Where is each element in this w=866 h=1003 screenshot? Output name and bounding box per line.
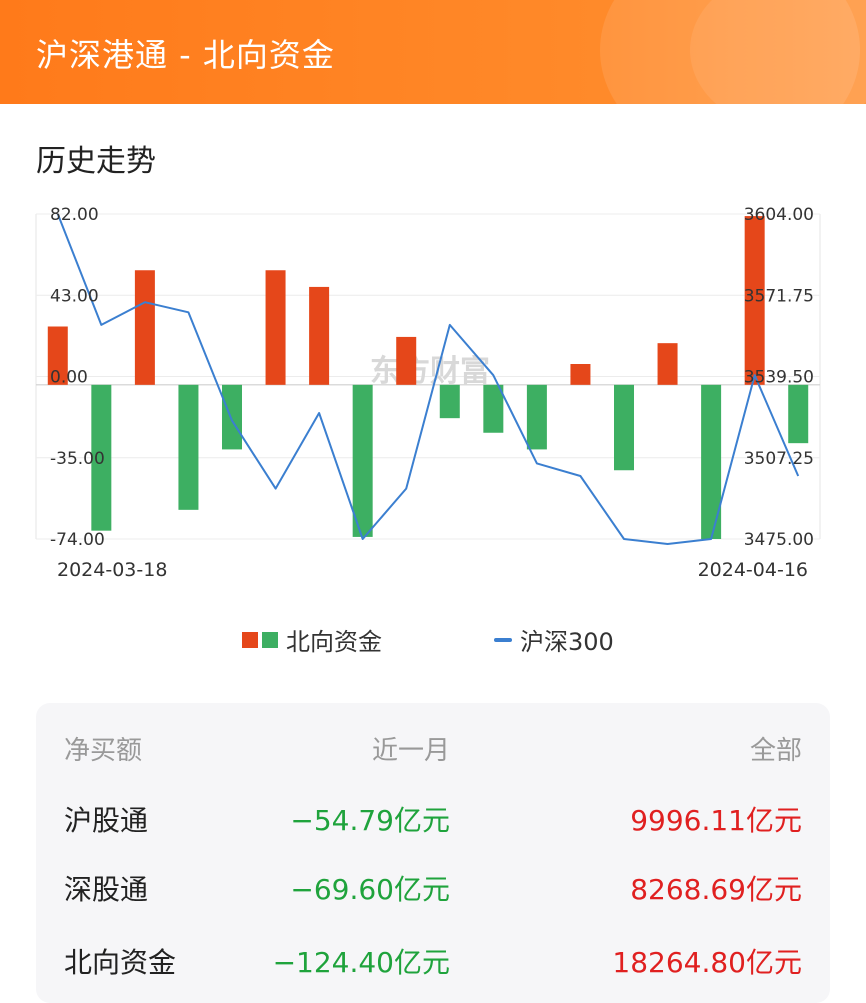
left-axis-tick: 82.00: [50, 205, 99, 225]
chart-legend: 北向资金 沪深300: [0, 622, 866, 658]
flow-bar: [309, 286, 330, 385]
flow-bar: [396, 336, 417, 385]
section-title: 历史走势: [36, 144, 156, 179]
header-decoration: [690, 0, 866, 104]
flow-bar: [526, 384, 547, 450]
right-axis-tick: 3571.75: [744, 286, 814, 306]
row-name: 沪股通: [64, 804, 149, 837]
flow-bar: [614, 384, 634, 471]
left-axis-tick: -35.00: [50, 449, 105, 469]
flow-bar: [134, 270, 155, 385]
header-month[interactable]: 近一月: [372, 727, 450, 775]
left-axis-tick: -74.00: [50, 530, 105, 550]
table-row: 沪股通 −54.79亿元 9996.11亿元: [36, 797, 830, 845]
row-month-value: −124.40亿元: [272, 946, 450, 979]
flow-bar: [352, 384, 373, 537]
right-axis-tick: 3539.50: [744, 368, 814, 388]
legend-red-swatch: [242, 631, 258, 648]
chart-svg: 东方财富 82.00 43.00 0.00 -35.00 -74.00 3604.00 357…: [35, 205, 821, 581]
table-header: 净买额 近一月 全部: [36, 727, 830, 775]
table-row: 北向资金 −124.40亿元 18264.80亿元: [36, 939, 830, 987]
watermark-text: 东方财富: [370, 354, 490, 389]
header-net-buy: 净买额: [64, 736, 143, 766]
flow-bar: [178, 384, 199, 510]
start-date-label: 2024-03-18: [57, 559, 167, 581]
legend-item-line[interactable]: 沪深300: [494, 622, 614, 657]
row-name: 深股通: [64, 873, 149, 906]
flow-bar: [222, 384, 242, 450]
row-total-value: 9996.11亿元: [630, 804, 802, 837]
page-title: 沪深港通 - 北向资金: [36, 36, 335, 74]
north-flow-chart[interactable]: 东方财富 82.00 43.00 0.00 -35.00 -74.00 3604.00 357…: [0, 195, 866, 595]
legend-label-bars: 北向资金: [286, 628, 382, 656]
flow-bar: [788, 384, 809, 444]
end-date-label: 2024-04-16: [698, 559, 808, 581]
legend-label-line: 沪深300: [520, 628, 614, 656]
flow-bar: [483, 384, 504, 433]
legend-line-swatch: [494, 637, 512, 642]
flow-bar: [657, 343, 678, 385]
right-axis-tick: 3507.25: [744, 449, 814, 469]
row-month-value: −69.60亿元: [290, 873, 450, 906]
row-name: 北向资金: [64, 946, 177, 979]
app-header: 沪深港通 - 北向资金: [0, 0, 866, 104]
flow-bar: [439, 384, 460, 419]
net-buy-table: 净买额 近一月 全部 沪股通 −54.79亿元 9996.11亿元 深股通 −6…: [36, 703, 830, 1003]
legend-green-swatch: [262, 631, 278, 648]
legend-item-bars[interactable]: 北向资金: [242, 622, 382, 657]
row-total-value: 18264.80亿元: [612, 946, 802, 979]
right-axis-tick: 3475.00: [744, 530, 814, 550]
right-axis-tick: 3604.00: [744, 205, 814, 225]
table-row: 深股通 −69.60亿元 8268.69亿元: [36, 866, 830, 914]
row-total-value: 8268.69亿元: [630, 873, 802, 906]
flow-bar: [570, 364, 591, 385]
row-month-value: −54.79亿元: [290, 804, 450, 837]
flow-bar: [265, 270, 286, 385]
left-axis-tick: 0.00: [50, 368, 88, 388]
left-axis-tick: 43.00: [50, 286, 99, 306]
header-total[interactable]: 全部: [750, 727, 802, 775]
